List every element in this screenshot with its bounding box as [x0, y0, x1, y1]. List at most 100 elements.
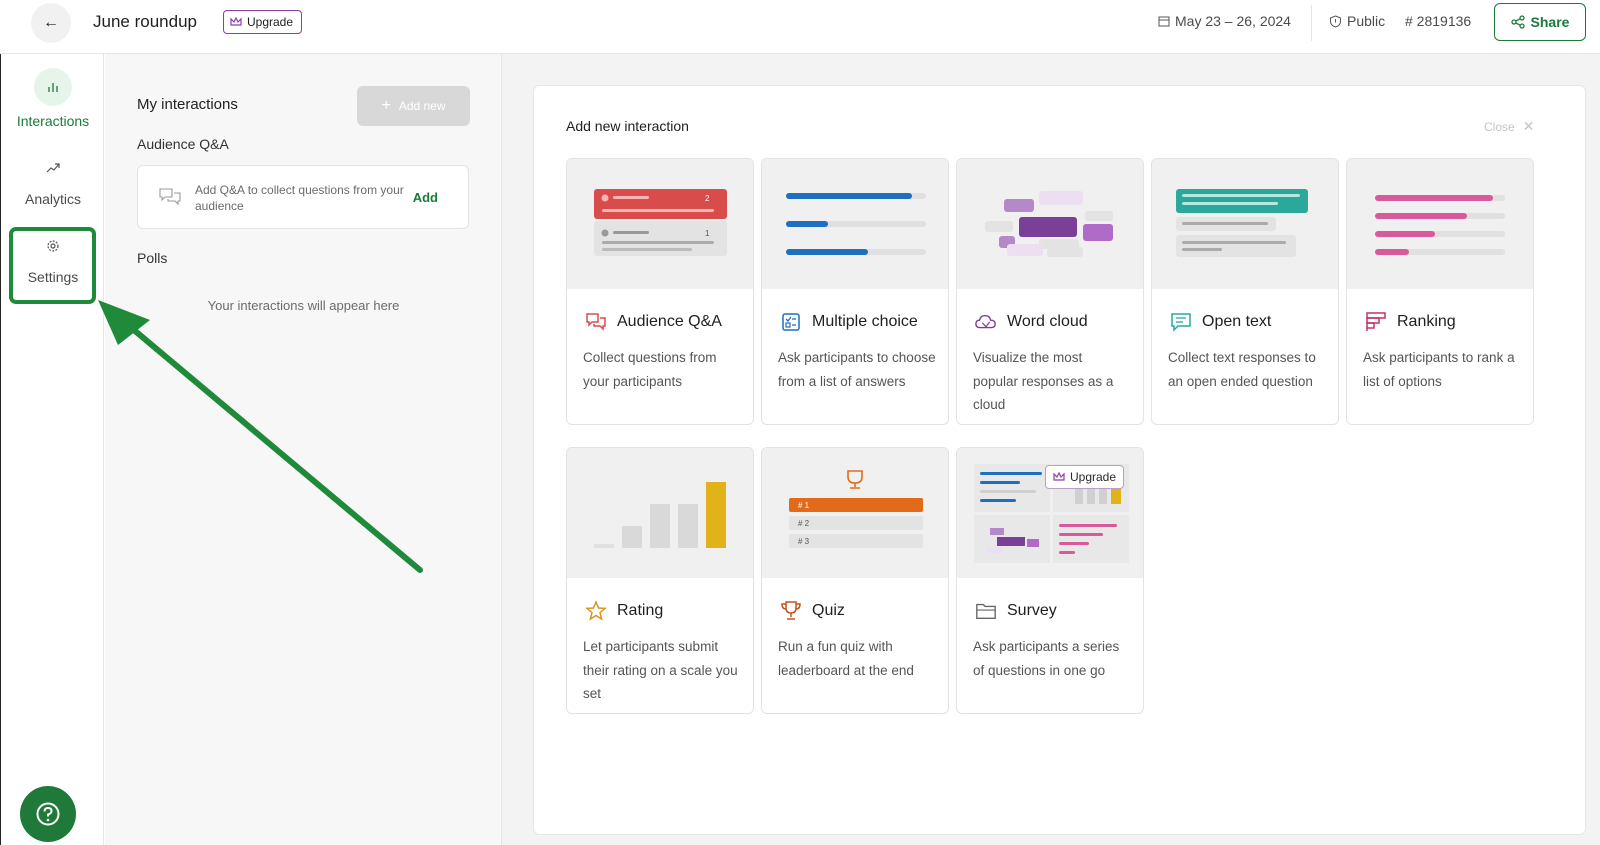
card-description: Visualize the most popular responses as … — [973, 350, 1114, 412]
crown-icon — [230, 17, 242, 26]
date-range-text: May 23 – 26, 2024 — [1175, 13, 1291, 29]
add-new-button[interactable]: + Add new — [357, 86, 470, 126]
event-code-text: # 2819136 — [1405, 13, 1472, 29]
bar-chart-icon — [34, 68, 72, 106]
card-description: Collect text responses to an open ended … — [1168, 350, 1316, 389]
card-title: Multiple choice — [812, 313, 918, 330]
rail-item-interactions[interactable]: Interactions — [1, 68, 105, 129]
plus-icon: + — [381, 97, 391, 114]
divider — [1311, 5, 1312, 41]
rail-label-interactions: Interactions — [16, 113, 90, 129]
trend-up-icon — [34, 149, 72, 187]
share-label: Share — [1530, 14, 1570, 30]
card-header: Survey — [975, 600, 1057, 622]
interaction-card-rating[interactable]: Rating Let participants submit their rat… — [566, 447, 754, 714]
svg-text:# 2: # 2 — [798, 519, 810, 528]
card-description: Ask participants a series of questions i… — [973, 639, 1120, 678]
my-interactions-title: My interactions — [137, 96, 238, 113]
share-icon — [1510, 15, 1525, 29]
visibility-setting[interactable]: Public — [1329, 13, 1385, 29]
card-title: Ranking — [1397, 313, 1456, 330]
card-title: Open text — [1202, 313, 1272, 330]
rail-item-analytics[interactable]: Analytics — [1, 149, 105, 207]
settings-highlight-annotation — [9, 227, 96, 304]
empty-state-text: Your interactions will appear here — [207, 298, 400, 313]
close-icon: ✕ — [1522, 118, 1535, 134]
svg-text:# 1: # 1 — [798, 501, 810, 510]
question-mark-icon — [36, 802, 60, 826]
checklist-icon — [780, 311, 802, 333]
interaction-card-multiple-choice[interactable]: Multiple choice Ask participants to choo… — [761, 158, 949, 425]
svg-text:1: 1 — [705, 229, 710, 238]
top-bar: ← June roundup Upgrade May 23 – 26, 2024… — [0, 0, 1600, 54]
card-description: Let participants submit their rating on … — [583, 639, 738, 701]
card-header: Rating — [585, 600, 663, 622]
speech-bubbles-icon — [585, 311, 607, 333]
card-title: Word cloud — [1007, 313, 1088, 330]
back-button[interactable]: ← — [31, 3, 71, 43]
event-dates[interactable]: May 23 – 26, 2024 — [1158, 13, 1291, 29]
trophy-icon — [780, 600, 802, 622]
survey-upgrade-badge[interactable]: Upgrade — [1045, 465, 1125, 489]
interaction-card-word-cloud[interactable]: Word cloud Visualize the most popular re… — [956, 158, 1144, 425]
card-description: Collect questions from your participants — [583, 350, 717, 389]
interaction-card-quiz[interactable]: # 1 # 2 # 3 Quiz Run a fun quiz with lea… — [761, 447, 949, 714]
add-new-interaction-panel: Add new interaction Close ✕ 2 1 Audience… — [533, 85, 1586, 835]
card-header: Open text — [1170, 311, 1271, 333]
card-title: Quiz — [812, 602, 845, 619]
interaction-card-open-text[interactable]: Open text Collect text responses to an o… — [1151, 158, 1339, 425]
ranking-bars-icon — [1365, 311, 1387, 333]
rating-preview-image — [567, 448, 753, 578]
upgrade-button[interactable]: Upgrade — [223, 10, 303, 34]
card-header: Word cloud — [975, 311, 1088, 333]
crown-icon — [1053, 472, 1065, 481]
close-label: Close — [1484, 119, 1515, 134]
card-header: Quiz — [780, 600, 845, 622]
svg-text:2: 2 — [705, 194, 710, 203]
help-button[interactable] — [20, 786, 76, 842]
add-interaction-title: Add new interaction — [566, 118, 689, 134]
left-rail: Interactions Analytics Settings — [0, 54, 104, 845]
arrow-left-icon: ← — [43, 14, 59, 31]
card-description: Ask participants to choose from a list o… — [778, 350, 936, 389]
ranking-preview-image — [1347, 159, 1533, 289]
card-description: Ask participants to rank a list of optio… — [1363, 350, 1515, 389]
message-lines-icon — [1170, 311, 1192, 333]
my-interactions-panel: My interactions + Add new Audience Q&A A… — [105, 54, 502, 845]
star-icon — [585, 600, 607, 622]
rail-label-analytics: Analytics — [24, 191, 82, 207]
share-button[interactable]: Share — [1494, 3, 1586, 41]
cloud-icon — [975, 311, 997, 333]
card-title: Audience Q&A — [617, 313, 722, 330]
add-new-label: Add new — [398, 99, 446, 113]
audience-qa-heading: Audience Q&A — [137, 136, 229, 152]
word-cloud-preview-image — [957, 159, 1143, 289]
qa-preview-image: 2 1 — [567, 159, 753, 289]
svg-text:# 3: # 3 — [798, 537, 810, 546]
add-qa-card: Add Q&A to collect questions from your a… — [137, 165, 469, 229]
card-header: Audience Q&A — [585, 311, 722, 333]
close-button[interactable]: Close ✕ — [1484, 118, 1534, 135]
card-header: Ranking — [1365, 311, 1456, 333]
card-title: Survey — [1007, 602, 1057, 619]
interaction-card-survey[interactable]: Upgrade Survey Ask participants a series… — [956, 447, 1144, 714]
open-text-preview-image — [1152, 159, 1338, 289]
add-qa-button[interactable]: Add — [413, 190, 438, 205]
qa-card-text: Add Q&A to collect questions from your a… — [195, 183, 404, 213]
interaction-card-audience-qa[interactable]: 2 1 Audience Q&A Collect questions from … — [566, 158, 754, 425]
speech-bubbles-icon — [158, 186, 182, 213]
calendar-icon — [1158, 16, 1170, 27]
interaction-card-ranking[interactable]: Ranking Ask participants to rank a list … — [1346, 158, 1534, 425]
shield-icon — [1330, 14, 1341, 28]
upgrade-badge-label: Upgrade — [1070, 470, 1117, 484]
folder-icon — [975, 600, 997, 622]
event-title[interactable]: June roundup — [93, 12, 197, 32]
visibility-text: Public — [1347, 13, 1386, 29]
polls-heading: Polls — [137, 250, 168, 266]
quiz-preview-image: # 1 # 2 # 3 — [762, 448, 948, 578]
card-header: Multiple choice — [780, 311, 918, 333]
multiple-choice-preview-image — [762, 159, 948, 289]
event-code[interactable]: # 2819136 — [1405, 13, 1471, 29]
card-description: Run a fun quiz with leaderboard at the e… — [778, 639, 914, 678]
card-title: Rating — [617, 602, 664, 619]
